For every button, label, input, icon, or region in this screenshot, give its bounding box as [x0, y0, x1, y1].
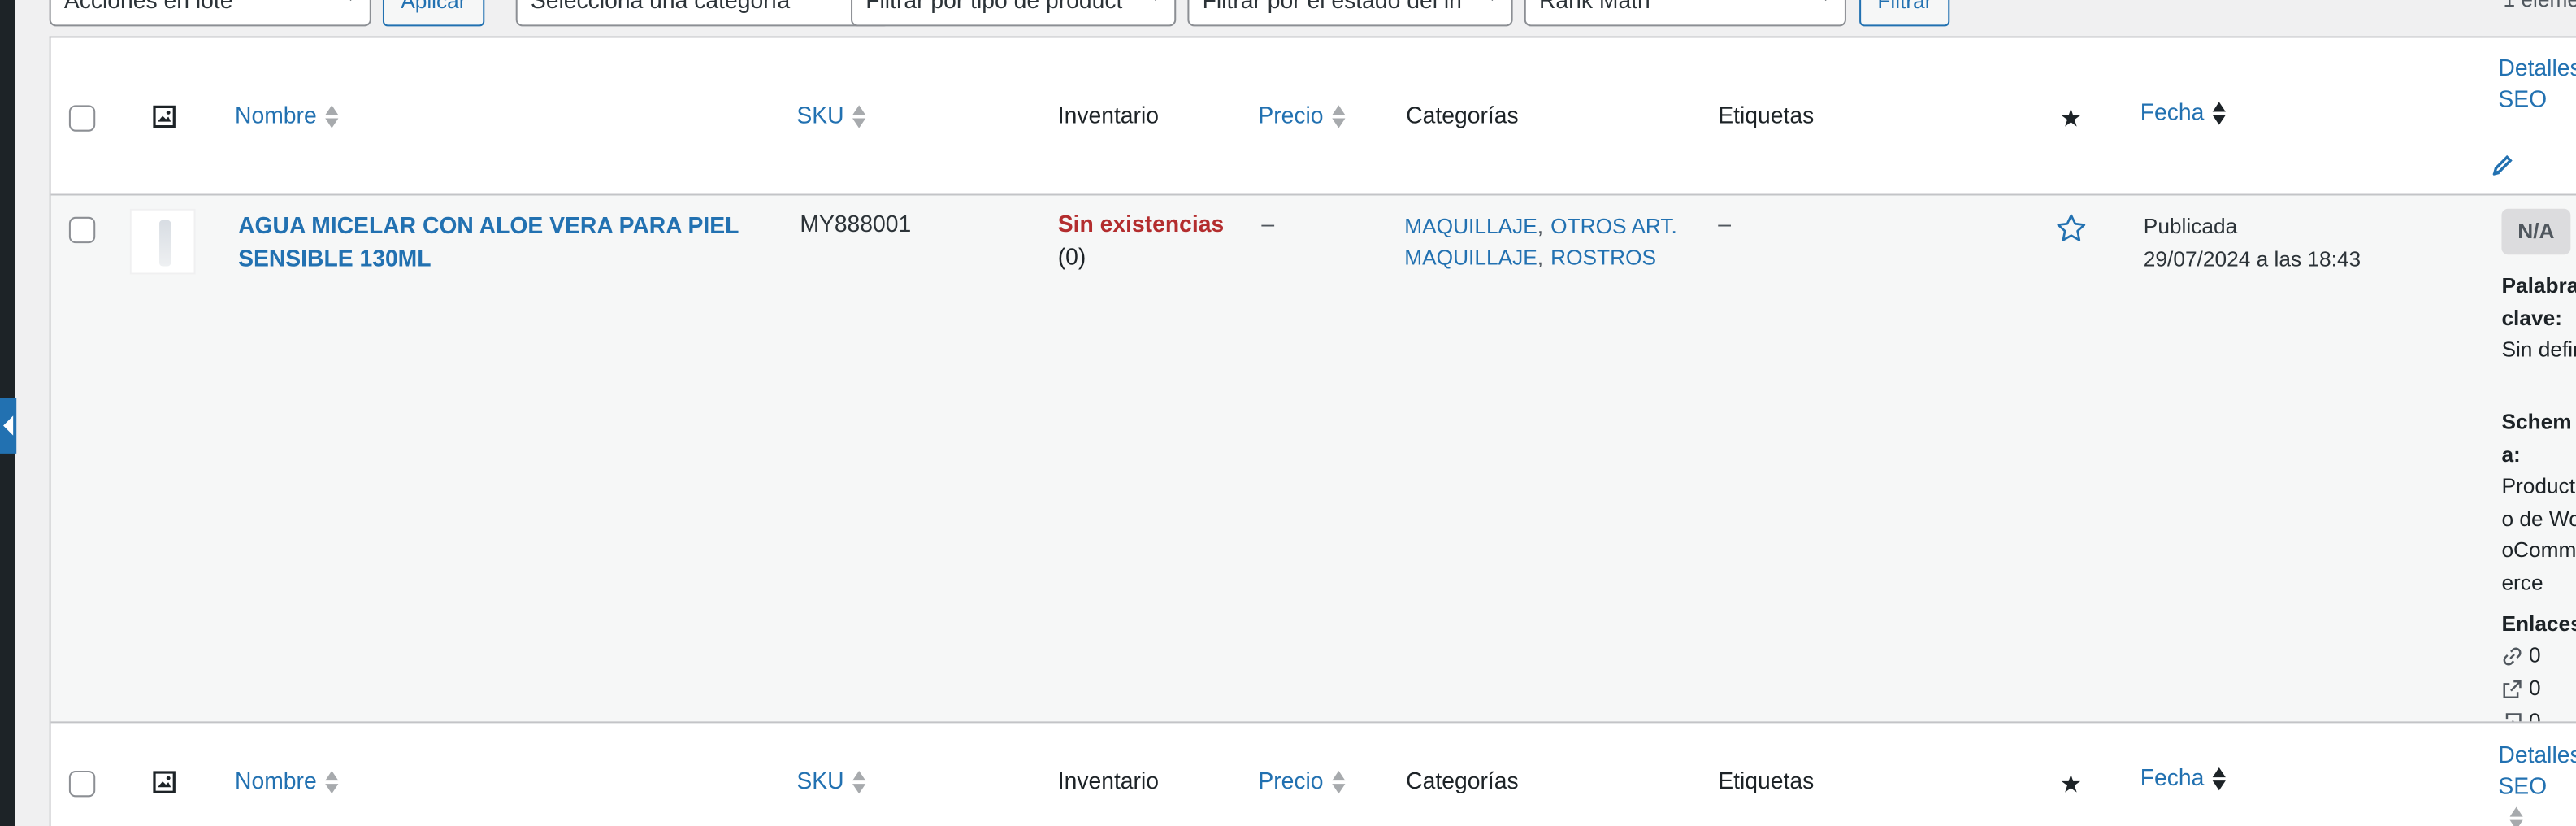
category-link[interactable]: ROSTROS [1550, 245, 1656, 269]
product-name-link[interactable]: AGUA MICELAR CON ALOE VERA PARA PIEL SEN… [238, 209, 764, 275]
column-seo-label-1: Detalles [2498, 741, 2576, 767]
column-tags-header: Etiquetas [1718, 102, 1815, 128]
stock-count: (0) [1057, 243, 1086, 270]
product-categories: MAQUILLAJE, OTROS ART. MAQUILLAJE, ROSTR… [1404, 211, 1700, 273]
seo-keyword: Palabra clave: Sin definir [2501, 269, 2576, 365]
column-seo-label-2: SEO [2498, 772, 2548, 799]
stock-filter-select[interactable]: Filtrar por el estado del in [1187, 0, 1513, 27]
chevron-down-icon [1817, 0, 1834, 1]
chevron-down-icon [1484, 0, 1501, 1]
column-name-header[interactable]: Nombre [235, 102, 340, 130]
apply-button[interactable]: Aplicar [382, 0, 484, 27]
sort-icon [2509, 806, 2525, 826]
featured-star-outline-icon[interactable] [2055, 212, 2088, 245]
product-image [159, 220, 171, 267]
sort-icon [1330, 104, 1347, 130]
schema-value: Producto de WooCommerce [2501, 473, 2576, 594]
column-categories-header: Categorías [1406, 102, 1519, 128]
bulk-actions-select[interactable]: Acciones en lote [49, 0, 371, 27]
footer-column-sku-header[interactable]: SKU [796, 767, 867, 796]
footer-column-date-header[interactable]: Fecha [2140, 764, 2227, 793]
keyword-value: Sin definir [2501, 337, 2576, 362]
footer-column-price-header[interactable]: Precio [1258, 767, 1347, 796]
internal-link-icon [2503, 647, 2522, 666]
sort-icon [323, 770, 340, 796]
publish-status: Publicada [2143, 213, 2238, 239]
table-header: Nombre SKU Inventario Precio Categorías … [50, 37, 2576, 196]
chevron-down-icon [1147, 0, 1164, 1]
row-checkbox[interactable] [68, 216, 96, 244]
stock-filter-label: Filtrar por el estado del in [1202, 0, 1462, 14]
internal-links-value: 0 [2529, 642, 2541, 667]
chevron-down-icon [342, 0, 359, 1]
table-row: AGUA MICELAR CON ALOE VERA PARA PIEL SEN… [50, 195, 2576, 733]
category-filter-label: Selecciona una categoría [530, 0, 791, 14]
footer-column-tags-header: Etiquetas [1718, 767, 1815, 794]
footer-column-categories-header: Categorías [1406, 767, 1519, 794]
category-filter-select[interactable]: Selecciona una categoría [515, 0, 891, 27]
external-link-icon [2503, 680, 2522, 699]
product-type-filter-select[interactable]: Filtrar por tipo de product [851, 0, 1177, 27]
rank-math-filter-label: Rank Math [1538, 0, 1650, 14]
products-table: Nombre SKU Inventario Precio Categorías … [49, 36, 2576, 826]
column-sku-header[interactable]: SKU [796, 102, 867, 130]
column-name-label: Nombre [235, 767, 317, 794]
column-date-header[interactable]: Fecha [2140, 98, 2227, 127]
footer-column-seo-header[interactable]: Detalles SEO [2498, 740, 2576, 826]
category-separator: , [1537, 213, 1544, 239]
seo-schema: Schema: Producto de WooCommerce [2501, 406, 2576, 598]
select-all-checkbox[interactable] [68, 105, 96, 132]
external-links-value: 0 [2529, 675, 2541, 701]
edit-pencil-icon[interactable] [2490, 153, 2514, 177]
product-sku: MY888001 [800, 210, 912, 237]
displaying-num: 1 elemento [2503, 0, 2576, 11]
column-seo-header[interactable]: Detalles SEO [2498, 53, 2576, 115]
column-sku-label: SKU [796, 102, 844, 128]
external-links-count: 0 [2501, 672, 2541, 704]
product-thumbnail[interactable] [129, 208, 196, 275]
category-link[interactable]: MAQUILLAJE [1404, 214, 1537, 238]
stock-status: Sin existencias [1057, 210, 1225, 237]
collapse-menu-icon[interactable] [0, 398, 17, 454]
product-date: Publicada 29/07/2024 a las 18:43 [2144, 211, 2361, 275]
column-name-label: Nombre [235, 102, 317, 128]
product-tags: – [1718, 210, 1732, 237]
category-separator: , [1537, 245, 1544, 270]
sort-icon [851, 770, 867, 796]
bulk-actions-label: Acciones en lote [63, 0, 233, 14]
sort-desc-icon [2211, 101, 2227, 127]
featured-star-icon[interactable]: ★ [2060, 103, 2082, 133]
sort-icon [851, 104, 867, 130]
footer-column-name-header[interactable]: Nombre [235, 767, 340, 796]
image-column-icon [153, 771, 176, 793]
column-seo-label-2: SEO [2498, 85, 2548, 112]
table-footer: Nombre SKU Inventario Precio Categorías … [50, 721, 2576, 826]
publish-date: 29/07/2024 a las 18:43 [2143, 246, 2361, 271]
schema-label: Schema: [2501, 409, 2572, 467]
select-all-checkbox-footer[interactable] [68, 770, 96, 798]
sort-icon [1330, 770, 1347, 796]
column-price-label: Precio [1258, 767, 1324, 794]
footer-column-stock-header: Inventario [1057, 767, 1159, 794]
filter-button[interactable]: Filtrar [1859, 0, 1950, 27]
column-date-label: Fecha [2140, 98, 2205, 125]
column-date-label: Fecha [2140, 763, 2205, 791]
image-column-icon [153, 105, 176, 128]
column-stock-header: Inventario [1057, 102, 1159, 128]
seo-score-badge: N/A [2501, 208, 2571, 255]
column-seo-label-1: Detalles [2498, 54, 2576, 81]
internal-links-count: 0 [2501, 639, 2541, 671]
sort-desc-icon [2211, 767, 2227, 793]
product-type-filter-label: Filtrar por tipo de product [865, 0, 1123, 14]
seo-links-label: Enlaces: [2501, 611, 2576, 637]
sort-icon [323, 104, 340, 130]
column-sku-label: SKU [796, 767, 844, 794]
rank-math-filter-select[interactable]: Rank Math [1524, 0, 1846, 27]
product-price: – [1261, 210, 1275, 237]
keyword-label: Palabra clave: [2501, 272, 2576, 330]
column-price-label: Precio [1258, 102, 1324, 128]
column-price-header[interactable]: Precio [1258, 102, 1347, 130]
featured-star-icon[interactable]: ★ [2060, 769, 2082, 798]
